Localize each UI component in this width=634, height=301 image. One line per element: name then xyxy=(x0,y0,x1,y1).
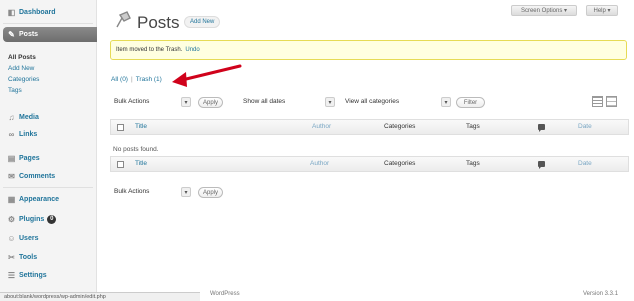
excerpt-view-icon[interactable] xyxy=(606,96,617,107)
footer-thanks[interactable]: WordPress xyxy=(210,291,240,297)
column-categories-footer: Categories xyxy=(384,160,416,167)
list-view-icon[interactable] xyxy=(592,96,603,107)
screen-options-button[interactable]: Screen Options ▾ xyxy=(511,5,577,16)
empty-table-message: No posts found. xyxy=(113,146,159,153)
plugins-update-badge: 0 xyxy=(47,214,57,224)
column-categories: Categories xyxy=(384,123,416,130)
sidebar-item-label: Dashboard xyxy=(19,8,56,16)
filter-button[interactable]: Filter xyxy=(456,97,485,108)
undo-link[interactable]: Undo xyxy=(185,47,199,53)
chevron-down-icon[interactable]: ▾ xyxy=(441,97,451,107)
dashboard-icon: ◧ xyxy=(7,7,16,17)
sidebar-item-label: Tools xyxy=(19,253,38,261)
filter-all-link[interactable]: All (0) xyxy=(111,76,128,83)
sidebar-item-dashboard[interactable]: ◧ Dashboard xyxy=(3,5,97,19)
sidebar-item-links[interactable]: ∞ Links xyxy=(3,127,97,141)
sidebar-item-plugins[interactable]: ⚙ Plugins 0 xyxy=(3,212,97,226)
select-all-checkbox[interactable] xyxy=(117,124,124,131)
sidebar-item-label: Comments xyxy=(19,172,56,180)
media-icon: ♫ xyxy=(8,112,15,122)
comments-icon: ✉ xyxy=(8,171,15,181)
sidebar-item-tools[interactable]: ✂ Tools xyxy=(3,250,97,264)
links-icon: ∞ xyxy=(8,129,15,139)
footer-version: Version 3.3.1 xyxy=(583,291,619,297)
page-title: Posts xyxy=(137,13,180,32)
dates-select[interactable]: Show all dates xyxy=(243,98,285,105)
select-all-checkbox-footer[interactable] xyxy=(117,161,124,168)
sidebar-item-appearance[interactable]: ▦ Appearance xyxy=(3,192,97,206)
column-author-footer: Author xyxy=(310,160,330,167)
categories-select[interactable]: View all categories xyxy=(345,98,399,105)
sidebar-item-label: Links xyxy=(19,130,38,138)
sidebar-item-pages[interactable]: ▤ Pages xyxy=(3,151,97,165)
pages-icon: ▤ xyxy=(7,153,16,163)
settings-icon: ☰ xyxy=(7,270,16,280)
column-title-footer[interactable]: Title xyxy=(135,160,147,167)
wp-admin-window: ◧ Dashboard ✎ Posts All Posts Add New Ca… xyxy=(0,0,634,301)
sidebar-separator xyxy=(3,23,93,24)
table-footer xyxy=(110,156,629,172)
sidebar-item-label: Users xyxy=(19,234,39,242)
column-tags-footer: Tags xyxy=(466,160,480,167)
submenu-categories[interactable]: Categories xyxy=(8,76,39,83)
post-status-filter: All (0) | Trash (1) xyxy=(111,76,162,83)
browser-status-bar: about:blank/wordpress/wp-admin/edit.php xyxy=(0,292,200,301)
chevron-down-icon[interactable]: ▾ xyxy=(181,187,191,197)
apply-button[interactable]: Apply xyxy=(198,97,223,108)
bulk-actions-select[interactable]: Bulk Actions xyxy=(114,98,149,105)
sidebar-item-label: Pages xyxy=(19,154,40,162)
pin-icon: ✎ xyxy=(8,30,15,39)
notice-text: Item moved to the Trash. xyxy=(116,47,183,53)
chevron-down-icon[interactable]: ▾ xyxy=(325,97,335,107)
sidebar-item-label: Media xyxy=(19,113,39,121)
users-icon: ☺ xyxy=(7,233,16,243)
sidebar-item-label: Appearance xyxy=(19,195,60,203)
appearance-icon: ▦ xyxy=(7,194,16,204)
annotation-arrow-icon xyxy=(172,64,242,87)
tools-icon: ✂ xyxy=(8,252,15,262)
add-new-button[interactable]: Add New xyxy=(184,16,221,28)
column-date-footer[interactable]: Date xyxy=(578,160,592,167)
sidebar-item-posts[interactable]: ✎ Posts xyxy=(3,27,97,42)
sidebar-item-label: Posts xyxy=(19,31,39,38)
admin-sidebar: ◧ Dashboard ✎ Posts All Posts Add New Ca… xyxy=(0,0,97,301)
apply-button-bottom[interactable]: Apply xyxy=(198,187,223,198)
sidebar-item-media[interactable]: ♫ Media xyxy=(3,110,97,124)
help-button[interactable]: Help ▾ xyxy=(586,5,618,16)
bulk-actions-select-bottom[interactable]: Bulk Actions xyxy=(114,188,149,195)
comments-column-icon xyxy=(538,161,545,169)
comments-column-icon xyxy=(538,124,545,132)
sidebar-item-label: Settings xyxy=(19,271,47,279)
sidebar-separator xyxy=(3,187,93,188)
column-date[interactable]: Date xyxy=(578,123,592,130)
sidebar-item-settings[interactable]: ☰ Settings xyxy=(3,268,97,282)
column-tags: Tags xyxy=(466,123,480,130)
sidebar-item-label: Plugins xyxy=(19,215,45,223)
sidebar-item-users[interactable]: ☺ Users xyxy=(3,231,97,245)
sidebar-item-comments[interactable]: ✉ Comments xyxy=(3,169,97,183)
trash-notice: Item moved to the Trash. Undo xyxy=(110,40,627,60)
table-header xyxy=(110,119,629,135)
submenu-add-new[interactable]: Add New xyxy=(8,65,34,72)
submenu-tags[interactable]: Tags xyxy=(8,87,22,94)
plugins-icon: ⚙ xyxy=(7,214,16,224)
chevron-down-icon[interactable]: ▾ xyxy=(181,97,191,107)
submenu-all-posts[interactable]: All Posts xyxy=(8,54,36,61)
filter-trash-link[interactable]: Trash (1) xyxy=(136,76,162,83)
column-author: Author xyxy=(312,123,332,130)
column-title[interactable]: Title xyxy=(135,123,147,130)
filter-separator: | xyxy=(130,76,133,83)
posts-pin-icon xyxy=(116,11,131,28)
